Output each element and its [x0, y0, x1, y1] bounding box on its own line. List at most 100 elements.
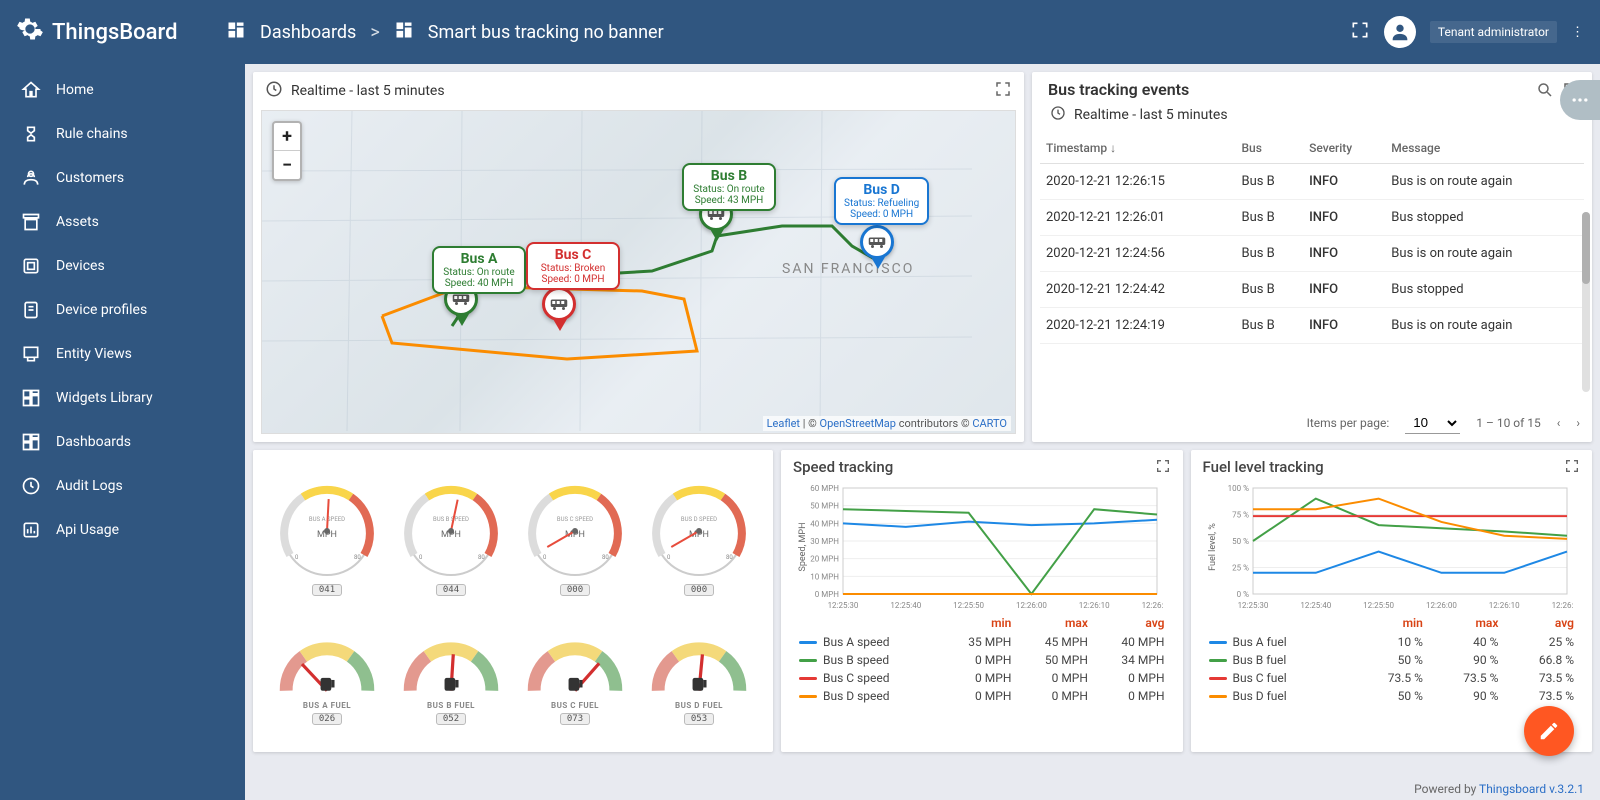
events-widget: Bus tracking events Realtime - last 5 mi…	[1032, 72, 1592, 442]
bus-label[interactable]: Bus AStatus: On routeSpeed: 40 MPH	[432, 246, 526, 294]
sidebar-item-home[interactable]: Home	[0, 68, 245, 112]
svg-text:60 MPH: 60 MPH	[810, 484, 839, 493]
zoom-in-button[interactable]: +	[274, 123, 300, 151]
events-timerange[interactable]: Realtime - last 5 minutes	[1074, 107, 1228, 123]
next-page-icon[interactable]: ›	[1576, 416, 1580, 430]
more-vert-icon[interactable]: ⋮	[1571, 25, 1584, 40]
fuel-legend: minmaxavgBus A fuel10 %40 %25 %Bus B fue…	[1203, 612, 1581, 706]
topbar: ThingsBoard Dashboards > Smart bus track…	[0, 0, 1600, 64]
pager-label: Items per page:	[1307, 416, 1390, 430]
fullscreen-icon[interactable]	[1155, 458, 1171, 478]
map-canvas[interactable]: SAN FRANCISCO + − Leaflet | © OpenStreet…	[261, 110, 1016, 434]
legend-row[interactable]: Bus D speed0 MPH0 MPH0 MPH	[795, 688, 1169, 704]
nav-label: Widgets Library	[56, 390, 153, 406]
brand-logo[interactable]: ThingsBoard	[16, 15, 226, 49]
fullscreen-icon[interactable]	[994, 80, 1012, 102]
breadcrumb-root[interactable]: Dashboards	[260, 22, 356, 43]
col-bus[interactable]: Bus	[1235, 133, 1303, 164]
svg-text:BUS D SPEED: BUS D SPEED	[681, 516, 717, 523]
table-row[interactable]: 2020-12-21 12:24:19Bus BINFOBus is on ro…	[1040, 308, 1584, 344]
legend-row[interactable]: Bus B speed0 MPH50 MPH34 MPH	[795, 652, 1169, 668]
svg-text:12:26:00: 12:26:00	[1016, 601, 1047, 610]
bus-label[interactable]: Bus CStatus: BrokenSpeed: 0 MPH	[526, 242, 620, 290]
fullscreen-icon[interactable]	[1564, 458, 1580, 478]
legend-row[interactable]: Bus A speed35 MPH45 MPH40 MPH	[795, 634, 1169, 650]
sidebar-item-dashboards[interactable]: Dashboards	[0, 420, 245, 464]
svg-text:12:26:20: 12:26:20	[1551, 601, 1572, 610]
svg-text:Fuel level, %: Fuel level, %	[1208, 523, 1218, 571]
breadcrumb-sep: >	[370, 22, 379, 43]
speed-gauge: BUS C SPEED MPH 080 000	[515, 477, 635, 596]
gauges-widget: BUS A SPEED MPH 080 041 BUS B SPEED MPH …	[253, 450, 773, 752]
sidebar-item-entity-views[interactable]: Entity Views	[0, 332, 245, 376]
nav-icon	[20, 123, 42, 145]
svg-text:100 %: 100 %	[1227, 484, 1248, 493]
col-message[interactable]: Message	[1385, 133, 1584, 164]
bus-pin[interactable]	[542, 287, 578, 331]
svg-text:50 MPH: 50 MPH	[810, 502, 839, 511]
avatar[interactable]	[1384, 16, 1416, 48]
zoom-out-button[interactable]: −	[274, 151, 300, 179]
dashboard-icon	[226, 20, 246, 45]
legend-row[interactable]: Bus C speed0 MPH0 MPH0 MPH	[795, 670, 1169, 686]
sidebar-item-customers[interactable]: Customers	[0, 156, 245, 200]
legend-row[interactable]: Bus C fuel73.5 %73.5 %73.5 %	[1205, 670, 1579, 686]
speed-chart-widget: Speed tracking 0 MPH10 MPH20 MPH30 MPH40…	[781, 450, 1183, 752]
sidebar-item-assets[interactable]: Assets	[0, 200, 245, 244]
table-row[interactable]: 2020-12-21 12:26:01Bus BINFOBus stopped	[1040, 200, 1584, 236]
legend-row[interactable]: Bus A fuel10 %40 %25 %	[1205, 634, 1579, 650]
svg-text:12:25:40: 12:25:40	[890, 601, 921, 610]
leaflet-link[interactable]: Leaflet	[767, 417, 800, 430]
table-row[interactable]: 2020-12-21 12:24:56Bus BINFOBus is on ro…	[1040, 236, 1584, 272]
fuel-gauge: BUS B FUEL052	[391, 637, 511, 725]
map-attribution: Leaflet | © OpenStreetMap contributors ©…	[763, 416, 1011, 431]
fuel-chart-title: Fuel level tracking	[1203, 458, 1324, 478]
version-link[interactable]: Thingsboard v.3.2.1	[1479, 782, 1584, 796]
side-drawer-toggle[interactable]	[1560, 80, 1600, 120]
col-timestamp[interactable]: Timestamp ↓	[1040, 133, 1235, 164]
table-row[interactable]: 2020-12-21 12:26:15Bus BINFOBus is on ro…	[1040, 164, 1584, 200]
speed-gauge: BUS B SPEED MPH 080 044	[391, 477, 511, 596]
col-severity[interactable]: Severity	[1303, 133, 1385, 164]
bus-pin[interactable]	[860, 225, 896, 269]
osm-link[interactable]: OpenStreetMap	[820, 417, 896, 430]
sidebar-item-audit-logs[interactable]: Audit Logs	[0, 464, 245, 508]
gear-icon	[16, 15, 44, 49]
bus-label[interactable]: Bus DStatus: RefuelingSpeed: 0 MPH	[834, 177, 929, 225]
svg-text:25 %: 25 %	[1232, 564, 1249, 573]
svg-text:80: 80	[726, 554, 733, 561]
edit-fab[interactable]	[1524, 706, 1574, 756]
svg-text:20 MPH: 20 MPH	[810, 555, 839, 564]
sidebar-item-rule-chains[interactable]: Rule chains	[0, 112, 245, 156]
sidebar-item-api-usage[interactable]: Api Usage	[0, 508, 245, 552]
fuel-chart-widget: Fuel level tracking 0 %25 %50 %75 %100 %…	[1191, 450, 1593, 752]
page-size-select[interactable]: 10	[1405, 412, 1460, 434]
svg-text:0 %: 0 %	[1236, 590, 1248, 599]
bus-label[interactable]: Bus BStatus: On routeSpeed: 43 MPH	[682, 163, 776, 211]
speed-chart: 0 MPH10 MPH20 MPH30 MPH40 MPH50 MPH60 MP…	[793, 482, 1171, 612]
fullscreen-icon[interactable]	[1350, 20, 1370, 44]
carto-link[interactable]: CARTO	[972, 417, 1007, 430]
table-row[interactable]: 2020-12-21 12:24:42Bus BINFOBus stopped	[1040, 272, 1584, 308]
map-timerange[interactable]: Realtime - last 5 minutes	[291, 83, 986, 99]
sidebar-item-device-profiles[interactable]: Device profiles	[0, 288, 245, 332]
svg-text:12:26:10: 12:26:10	[1488, 601, 1519, 610]
breadcrumb-current: Smart bus tracking no banner	[428, 22, 664, 43]
nav-icon	[20, 79, 42, 101]
search-icon[interactable]	[1536, 81, 1554, 103]
prev-page-icon[interactable]: ‹	[1557, 416, 1561, 430]
nav-label: Customers	[56, 170, 124, 186]
legend-row[interactable]: Bus B fuel50 %90 %66.8 %	[1205, 652, 1579, 668]
fuel-gauge: BUS C FUEL073	[515, 637, 635, 725]
events-title: Bus tracking events	[1044, 80, 1528, 103]
pager-range: 1 – 10 of 15	[1476, 416, 1541, 430]
user-role[interactable]: Tenant administrator	[1430, 21, 1557, 43]
pager: Items per page: 10 1 – 10 of 15 ‹ ›	[1032, 404, 1592, 442]
events-table: Timestamp ↓BusSeverityMessage 2020-12-21…	[1040, 133, 1584, 344]
speed-gauge: BUS D SPEED MPH 080 000	[639, 477, 759, 596]
svg-text:10 MPH: 10 MPH	[810, 572, 839, 581]
scrollbar[interactable]	[1582, 212, 1590, 392]
legend-row[interactable]: Bus D fuel50 %90 %73.5 %	[1205, 688, 1579, 704]
sidebar-item-widgets-library[interactable]: Widgets Library	[0, 376, 245, 420]
sidebar-item-devices[interactable]: Devices	[0, 244, 245, 288]
